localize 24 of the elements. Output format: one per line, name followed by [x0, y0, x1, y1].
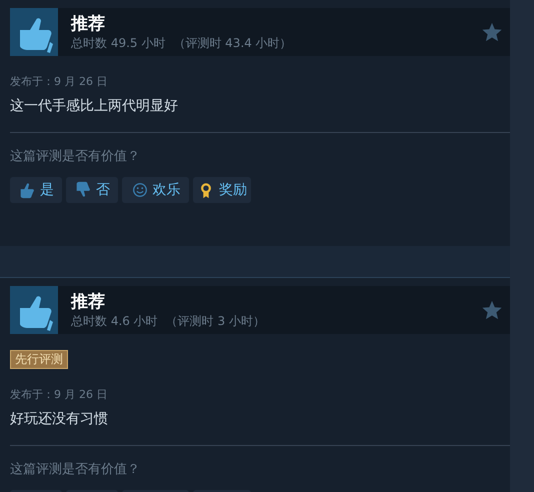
review-text: 这一代手感比上两代明显好 — [10, 97, 179, 115]
yes-button[interactable]: 是 — [10, 177, 62, 203]
posted-date: 发布于：9 月 26 日 — [10, 74, 108, 89]
star-icon[interactable] — [481, 21, 503, 43]
smiley-icon — [130, 181, 148, 199]
verdict-title: 推荐 — [71, 12, 106, 34]
no-button[interactable]: 否 — [66, 177, 118, 203]
early-access-tag: 先行评测 — [10, 350, 68, 369]
thumbs-down-icon — [74, 181, 92, 199]
award-button[interactable]: 奖励 — [193, 177, 251, 203]
thumbs-up-icon — [18, 181, 36, 199]
star-icon[interactable] — [481, 299, 503, 321]
total-hours: 总时数 4.6 小时 — [71, 312, 158, 330]
review-hours: （评测时 3 小时） — [166, 312, 265, 330]
helpful-question: 这篇评测是否有价值？ — [10, 148, 141, 165]
thumbs-up-icon — [10, 286, 58, 334]
posted-date: 发布于：9 月 26 日 — [10, 387, 108, 402]
review-hours: （评测时 43.4 小时） — [173, 34, 292, 52]
helpful-question: 这篇评测是否有价值？ — [10, 461, 141, 478]
funny-button[interactable]: 欢乐 — [122, 177, 189, 203]
review-text: 好玩还没有习惯 — [10, 410, 109, 428]
thumbs-up-icon — [10, 8, 58, 56]
total-hours: 总时数 49.5 小时 — [71, 34, 166, 52]
verdict-title: 推荐 — [71, 290, 106, 312]
